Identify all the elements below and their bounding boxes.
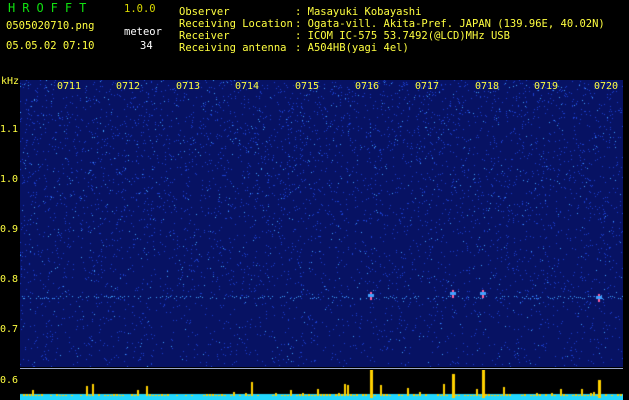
freq-tick-label: 0.9: [0, 224, 19, 235]
panel-divider: [20, 368, 623, 369]
freq-tick-label: 0.6: [0, 375, 19, 386]
freq-tick-label: 1.0: [0, 174, 19, 185]
receiver-key: Receiver: [179, 30, 230, 42]
time-tick-label: 0717: [415, 81, 440, 92]
frequency-unit-label: kHz: [1, 76, 20, 87]
observer-value: : Masayuki Kobayashi: [295, 6, 422, 18]
app-title: HROFFT: [8, 1, 94, 15]
mode-label: meteor: [124, 26, 162, 38]
freq-tick-label: 0.7: [0, 324, 19, 335]
time-tick-label: 0711: [57, 81, 82, 92]
receiver-value: : ICOM IC-575 53.7492(@LCD)MHz USB: [295, 30, 510, 42]
time-tick-label: 0715: [295, 81, 320, 92]
location-value: : Ogata-vill. Akita-Pref. JAPAN (139.96E…: [295, 18, 605, 30]
antenna-value: : A504HB(yagi 4el): [295, 42, 409, 54]
time-tick-label: 0720: [594, 81, 619, 92]
freq-tick-label: 0.8: [0, 274, 19, 285]
antenna-key: Receiving antenna: [179, 42, 287, 54]
time-tick-label: 0714: [235, 81, 260, 92]
time-tick-label: 0719: [534, 81, 559, 92]
file-name: 0505020710.png: [6, 20, 95, 32]
time-tick-label: 0718: [475, 81, 500, 92]
observer-key: Observer: [179, 6, 230, 18]
meteor-activity-panel: [20, 370, 623, 400]
spectrogram-canvas[interactable]: [20, 80, 623, 367]
time-tick-label: 0712: [116, 81, 141, 92]
date-time: 05.05.02 07:10: [6, 40, 95, 52]
location-key: Receiving Location: [179, 18, 293, 30]
version-label: 1.0.0: [124, 3, 156, 15]
freq-tick-label: 1.1: [0, 124, 19, 135]
time-tick-label: 0713: [176, 81, 201, 92]
time-tick-label: 0716: [355, 81, 380, 92]
meteor-count: 34: [140, 40, 153, 52]
